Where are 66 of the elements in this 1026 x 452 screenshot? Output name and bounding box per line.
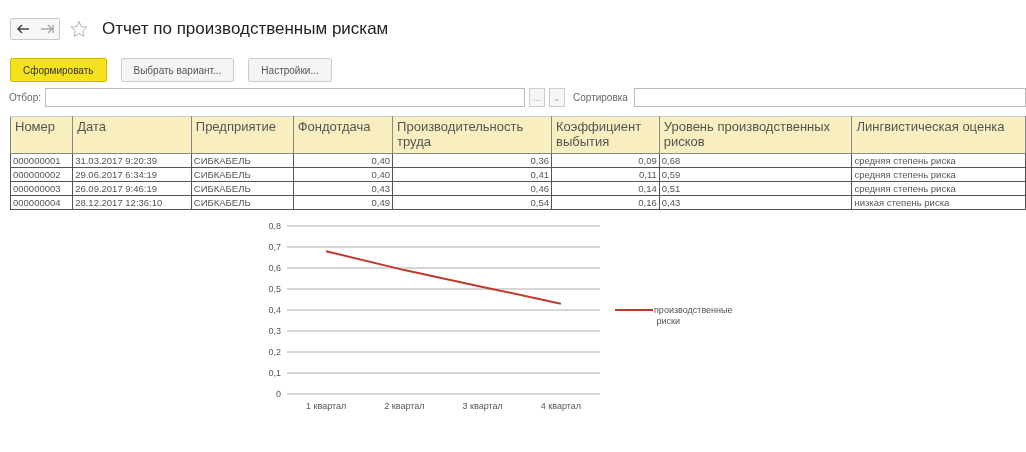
sort-label: Сортировка [573,92,628,103]
legend-line [614,309,654,311]
table-cell: СИБКАБЕЛЬ [191,195,294,210]
favorite-star-icon[interactable] [70,20,88,38]
y-tick-label: 0,6 [268,263,281,273]
table-cell: 31.03.2017 9:20:39 [72,153,192,168]
table-cell: 000000003 [10,181,73,196]
table-cell: 28.12.2017 12:36:10 [72,195,192,210]
table-cell: низкая степень риска [851,195,1026,210]
y-tick-label: 0,4 [268,305,281,315]
y-tick-label: 0,5 [268,284,281,294]
table-cell: 0,54 [392,195,552,210]
table-cell: 000000004 [10,195,73,210]
column-header[interactable]: Номер [10,116,73,154]
y-tick-label: 0,8 [268,221,281,231]
y-tick-label: 0,1 [268,368,281,378]
filter-label: Отбор: [9,92,41,103]
table-cell: 0,41 [392,167,552,182]
table-cell: 29.06.2017 6:34:19 [72,167,192,182]
table-cell: средняя степень риска [851,167,1026,182]
table-cell: 0,40 [293,167,393,182]
right-arrow-icon [40,23,54,34]
y-tick-label: 0,7 [268,242,281,252]
table-cell: 26.09.2017 9:46:19 [72,181,192,196]
table-cell: 0,51 [659,181,852,196]
toolbar-button[interactable]: Настройки... [248,58,332,82]
table-cell: 0,59 [659,167,852,182]
table-cell: средняя степень риска [851,181,1026,196]
x-tick-label: 3 квартал [462,401,503,411]
table-cell: 000000001 [10,153,73,168]
table-cell: 0,43 [659,195,852,210]
table-cell: 0,16 [551,195,660,210]
table-cell: 0,40 [293,153,393,168]
table-cell: 000000002 [10,167,73,182]
table-cell: 0,68 [659,153,852,168]
column-header[interactable]: Коэффициент выбытия [551,116,660,154]
column-header[interactable]: Предприятие [191,116,294,154]
table-cell: СИБКАБЕЛЬ [191,153,294,168]
table-cell: средняя степень риска [851,153,1026,168]
column-header[interactable]: Уровень производственных рисков [659,116,852,154]
table-cell: СИБКАБЕЛЬ [191,181,294,196]
x-tick-label: 2 квартал [384,401,425,411]
y-tick-label: 0 [276,389,281,399]
x-tick-label: 4 квартал [540,401,581,411]
y-tick-label: 0,3 [268,326,281,336]
table-cell: 0,43 [293,181,393,196]
column-header[interactable]: Дата [72,116,192,154]
filter-field[interactable] [45,88,525,107]
window-title: Отчет по производственным рискам [102,19,389,39]
table-cell: 0,46 [392,181,552,196]
left-arrow-icon [16,23,30,34]
generate-button[interactable]: Сформировать [10,58,107,82]
x-tick-label: 1 квартал [306,401,347,411]
column-header[interactable]: Лингвистическая оценка [851,116,1026,154]
table-cell: СИБКАБЕЛЬ [191,167,294,182]
legend-label: производственные риски [654,305,733,326]
table-cell: 0,09 [551,153,660,168]
column-header[interactable]: Фондотдача [293,116,393,154]
sort-field[interactable] [633,88,1026,107]
table-cell: 0,11 [551,167,660,182]
y-tick-label: 0,2 [268,347,281,357]
toolbar-button[interactable]: Выбрать вариант... [120,58,235,82]
table-cell: 0,49 [293,195,393,210]
column-header[interactable]: Производительность труда [392,116,552,154]
table-cell: 0,36 [392,153,552,168]
table-cell: 0,14 [551,181,660,196]
